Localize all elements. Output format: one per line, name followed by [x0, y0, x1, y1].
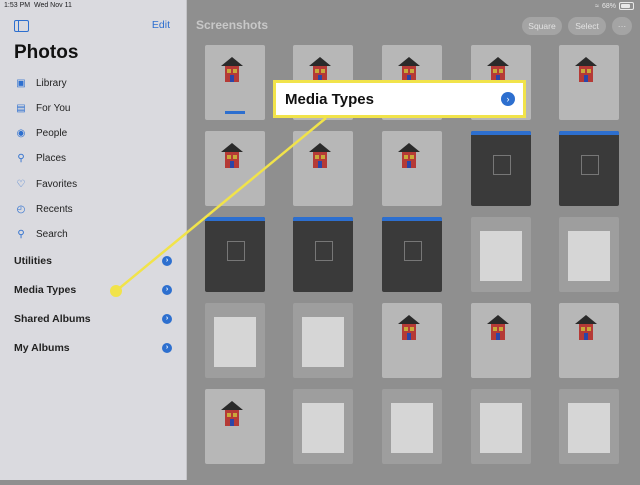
wifi-icon: ≈ — [595, 2, 599, 10]
battery-icon — [619, 2, 634, 10]
callout-label: Media Types — [285, 90, 374, 108]
status-right: ≈ 68% — [595, 2, 634, 10]
media-types-callout[interactable]: Media Types › — [273, 80, 526, 118]
status-bar: 1:53 PM Wed Nov 11 ≈ 68% — [0, 0, 640, 14]
chevron-right-icon[interactable]: › — [501, 92, 515, 106]
battery-percent: 68% — [601, 2, 616, 10]
status-time-date: 1:53 PM Wed Nov 11 — [4, 2, 72, 9]
pointer-line — [115, 117, 327, 292]
pointer-dot — [110, 285, 122, 297]
annotation-pointer — [110, 117, 327, 297]
